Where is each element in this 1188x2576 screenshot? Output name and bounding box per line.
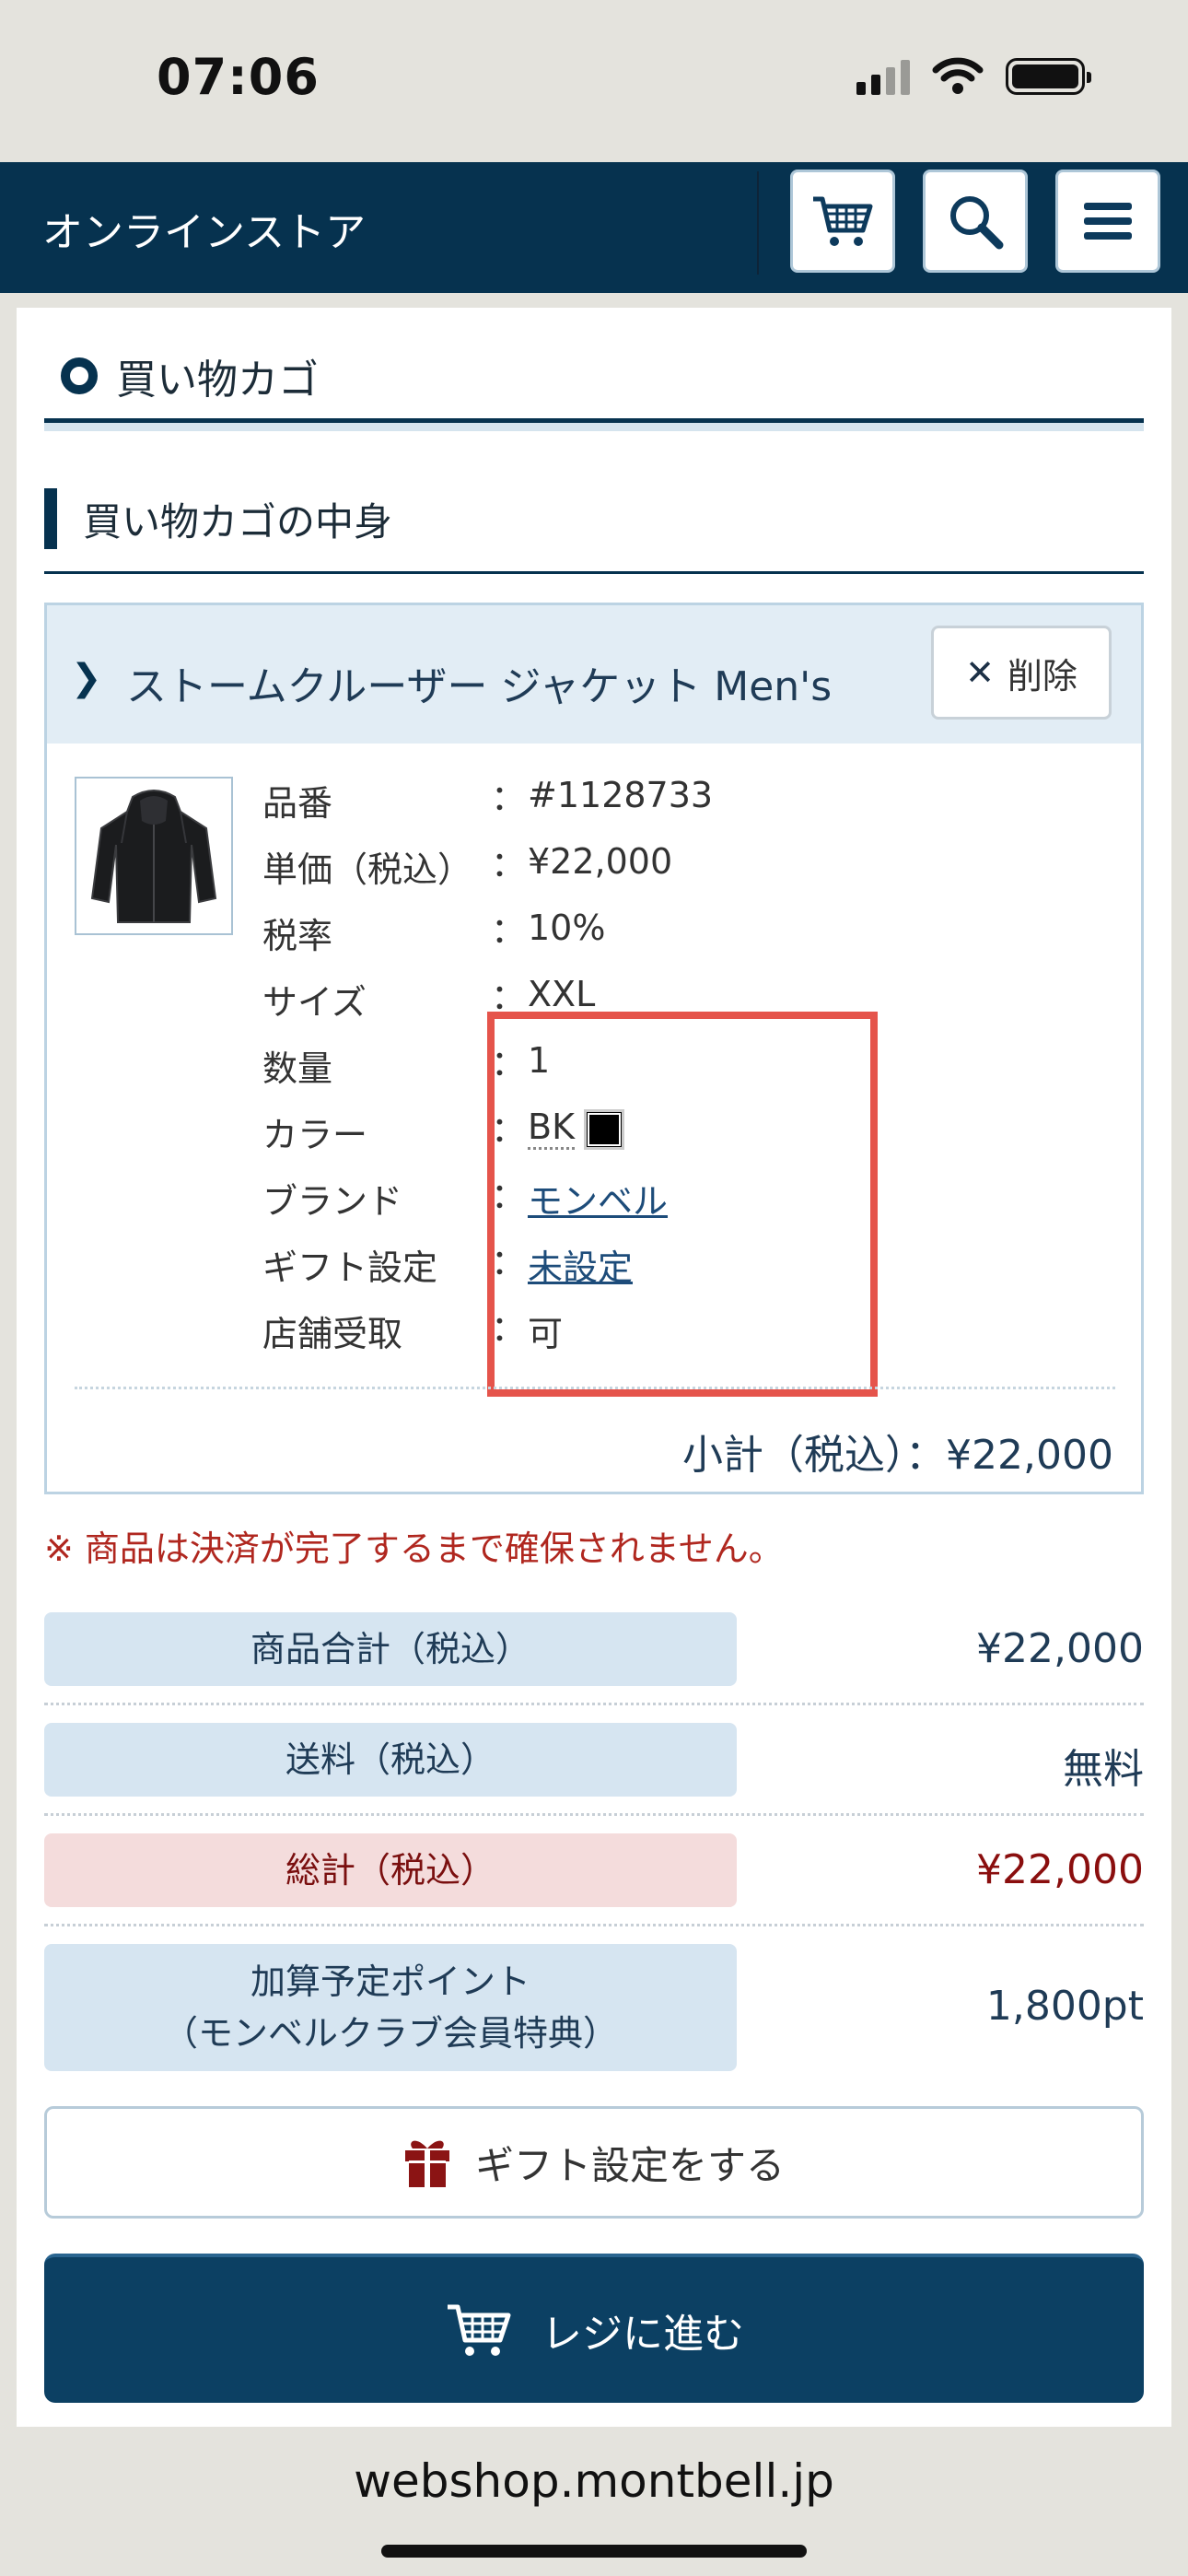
cellular-signal-icon xyxy=(856,58,910,95)
spec-separator: ： xyxy=(491,844,527,884)
site-header: オンラインストア xyxy=(0,162,1188,293)
section-rule xyxy=(44,571,1144,574)
gift-icon xyxy=(404,2140,449,2187)
spec-label: カラー xyxy=(262,1115,368,1155)
status-icons xyxy=(856,57,1091,96)
cart-item-header: ❯ ストームクルーザー ジャケット Men's ✕ 削除 xyxy=(47,605,1141,744)
spec-value-size: XXL xyxy=(528,974,596,1014)
summary-divider xyxy=(44,1703,1144,1705)
search-icon xyxy=(950,196,1004,250)
delete-button[interactable]: ✕ 削除 xyxy=(931,626,1112,720)
cart-card: 買い物カゴ 買い物カゴの中身 ❯ ストームクルーザー ジャケット Men's ✕… xyxy=(17,308,1171,2427)
gift-button-label: ギフト設定をする xyxy=(474,2142,785,2188)
spec-label: 品番 xyxy=(262,783,333,824)
item-divider xyxy=(75,1387,1115,1389)
item-subtotal: 小計（税込）：¥22,000 xyxy=(682,1432,1113,1479)
delete-label: 削除 xyxy=(1007,655,1077,697)
cart-item: ❯ ストームクルーザー ジャケット Men's ✕ 削除 品番 ： #11287… xyxy=(44,603,1144,1494)
grand-total-label: 総計（税込） xyxy=(44,1833,737,1907)
browser-address-bar: webshop.montbell.jp xyxy=(0,2427,1188,2576)
gift-setting-button[interactable]: ギフト設定をする xyxy=(44,2106,1144,2219)
menu-button[interactable] xyxy=(1055,170,1160,273)
summary-grand-total-row: 総計（税込） ¥22,000 xyxy=(44,1833,1144,1926)
shipping-value: 無料 xyxy=(1063,1746,1144,1793)
status-bar: 07:06 xyxy=(0,0,1188,162)
section-title: 買い物カゴの中身 xyxy=(44,488,392,549)
header-divider xyxy=(757,171,759,275)
points-label: 加算予定ポイント （モンベルクラブ会員特典） xyxy=(44,1944,737,2071)
spec-separator: ： xyxy=(491,778,527,818)
spec-label: サイズ xyxy=(262,982,367,1023)
spec-label: 数量 xyxy=(262,1048,333,1089)
cart-icon xyxy=(813,196,873,246)
summary-shipping-row: 送料（税込） 無料 xyxy=(44,1723,1144,1816)
highlight-annotation-box xyxy=(487,1012,878,1397)
summary-merchandise-row: 商品合計（税込） ¥22,000 xyxy=(44,1612,1144,1705)
spec-label: 税率 xyxy=(262,916,333,956)
status-time: 07:06 xyxy=(157,48,320,106)
summary-points-row: 加算予定ポイント （モンベルクラブ会員特典） 1,800pt xyxy=(44,1944,1144,2073)
chevron-right-icon: ❯ xyxy=(71,657,102,699)
product-thumbnail[interactable] xyxy=(75,777,233,935)
page-title-text: 買い物カゴ xyxy=(116,357,319,404)
home-indicator[interactable] xyxy=(381,2545,807,2558)
spec-label: 単価（税込） xyxy=(262,849,473,890)
search-button[interactable] xyxy=(923,170,1028,273)
spec-value-unit-price: ¥22,000 xyxy=(528,841,673,882)
spec-value-tax-rate: 10% xyxy=(528,907,606,948)
item-name-link[interactable]: ストームクルーザー ジャケット Men's xyxy=(126,653,832,712)
spec-row-item-number: 品番 ： #1128733 xyxy=(262,775,1091,830)
checkout-button[interactable]: レジに進む xyxy=(44,2254,1144,2403)
spec-separator: ： xyxy=(491,910,527,951)
spec-row-unit-price: 単価（税込） ： ¥22,000 xyxy=(262,841,1091,896)
store-title[interactable]: オンラインストア xyxy=(42,199,366,258)
close-icon: ✕ xyxy=(965,652,995,693)
spec-value-item-number: #1128733 xyxy=(528,775,714,815)
section-title-text: 買い物カゴの中身 xyxy=(83,498,393,544)
cart-icon xyxy=(448,2304,511,2356)
summary-divider xyxy=(44,1813,1144,1816)
merchandise-total-value: ¥22,000 xyxy=(976,1625,1144,1672)
checkout-button-label: レジに進む xyxy=(542,2311,744,2358)
summary-divider xyxy=(44,1924,1144,1926)
merchandise-total-label: 商品合計（税込） xyxy=(44,1612,737,1686)
url-text[interactable]: webshop.montbell.jp xyxy=(0,2454,1188,2508)
spec-row-tax-rate: 税率 ： 10% xyxy=(262,907,1091,963)
battery-icon xyxy=(1006,58,1091,95)
reservation-notice: ※ 商品は決済が完了するまで確保されません。 xyxy=(44,1528,784,1569)
spec-label: ブランド xyxy=(262,1181,403,1222)
hamburger-menu-icon xyxy=(1084,203,1132,240)
cart-button[interactable] xyxy=(790,170,895,273)
spec-label: 店舗受取 xyxy=(262,1314,403,1354)
wifi-icon xyxy=(932,57,984,94)
jacket-image xyxy=(90,790,217,923)
page-title: 買い物カゴ xyxy=(61,346,319,405)
shipping-label: 送料（税込） xyxy=(44,1723,737,1797)
grand-total-value: ¥22,000 xyxy=(976,1846,1144,1893)
ring-bullet-icon xyxy=(61,357,98,394)
points-label-line2: （モンベルクラブ会員特典） xyxy=(162,2013,618,2054)
section-bar xyxy=(44,488,57,549)
spec-label: ギフト設定 xyxy=(262,1247,438,1288)
title-rule xyxy=(44,418,1144,431)
points-value: 1,800pt xyxy=(985,1983,1144,2030)
points-label-line1: 加算予定ポイント xyxy=(250,1961,530,2002)
